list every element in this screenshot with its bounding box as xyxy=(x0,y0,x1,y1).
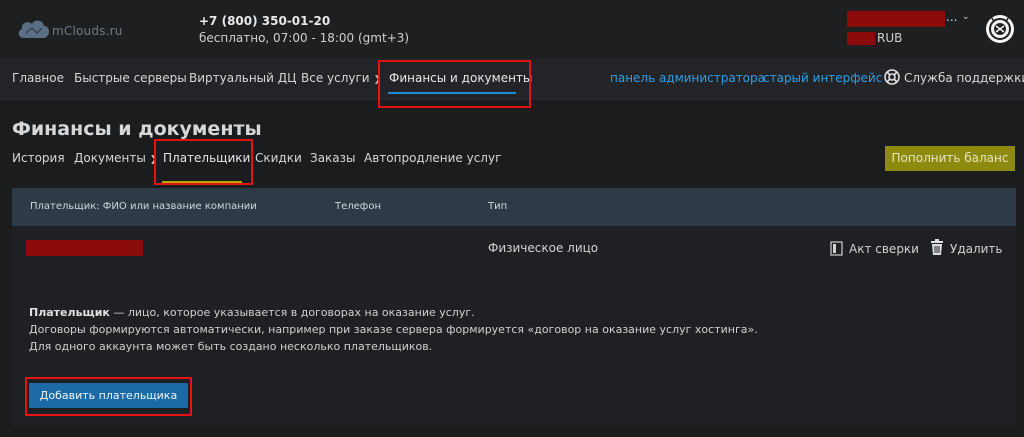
document-icon xyxy=(830,241,843,256)
admin-panel-link[interactable]: панель администратора xyxy=(610,71,765,85)
topup-balance-button[interactable]: Пополнить баланс xyxy=(885,146,1015,171)
tab-discounts[interactable]: Скидки xyxy=(255,151,302,165)
info-term: Плательщик xyxy=(29,306,110,319)
support-label: Служба поддержки xyxy=(904,71,1024,85)
support-phone: +7 (800) 350-01-20 xyxy=(199,14,331,28)
tab-documents-label: Документы xyxy=(74,151,146,165)
nav-item-home[interactable]: Главное xyxy=(12,71,64,85)
tab-orders[interactable]: Заказы xyxy=(310,151,356,165)
top-bar: mClouds.ru +7 (800) 350-01-20 бесплатно,… xyxy=(0,0,1024,58)
logo[interactable]: mClouds.ru xyxy=(16,16,126,46)
reconciliation-act-label: Акт сверки xyxy=(849,242,919,256)
nav-item-all-services[interactable]: Все услуги ❯ xyxy=(301,71,381,85)
chevron-down-icon: ❯ xyxy=(149,155,158,165)
nav-active-indicator xyxy=(388,92,516,94)
tab-history[interactable]: История xyxy=(12,151,65,165)
reconciliation-act-button[interactable]: Акт сверки xyxy=(830,241,919,256)
info-line-1: Плательщик — лицо, которое указывается в… xyxy=(29,304,758,321)
main-nav: Главное Быстрые серверы Виртуальный ДЦ В… xyxy=(0,58,1024,100)
payers-table-body: Физическое лицо Акт сверки Удалить Плате… xyxy=(12,226,1016,426)
nav-item-finance[interactable]: Финансы и документы xyxy=(389,71,532,85)
info-line-1-rest: — лицо, которое указывается в договорах … xyxy=(109,306,475,319)
tab-autorenew[interactable]: Автопродление услуг xyxy=(364,151,501,165)
avatar[interactable] xyxy=(985,14,1015,44)
cloud-logo-icon xyxy=(18,20,50,38)
page-title: Финансы и документы xyxy=(12,118,262,140)
account-name-redacted[interactable] xyxy=(847,11,945,27)
chevron-down-icon: ❯ xyxy=(373,75,382,85)
account-name-ellipsis: ... xyxy=(946,10,958,24)
payer-name-redacted xyxy=(26,240,143,256)
tab-payers[interactable]: Плательщики xyxy=(163,151,250,165)
info-line-2: Договоры формируются автоматически, напр… xyxy=(29,323,758,336)
payer-type: Физическое лицо xyxy=(488,241,599,255)
nav-item-fast-servers[interactable]: Быстрые серверы xyxy=(74,71,187,85)
logo-text: mClouds.ru xyxy=(52,24,123,38)
tab-active-indicator xyxy=(162,181,242,183)
avatar-icon xyxy=(986,15,1014,43)
trash-icon xyxy=(931,239,943,255)
add-payer-button[interactable]: Добавить плательщика xyxy=(29,383,188,408)
nav-item-all-services-label: Все услуги xyxy=(301,71,370,85)
balance-currency: RUB xyxy=(877,31,903,45)
old-interface-link[interactable]: старый интерфейс xyxy=(763,71,882,85)
payers-table-header: Плательщик: ФИО или название компании Те… xyxy=(12,188,1016,226)
tab-documents[interactable]: Документы ❯ xyxy=(74,151,157,165)
column-header-type: Тип xyxy=(488,201,508,212)
chevron-down-icon[interactable]: ⌄ xyxy=(962,12,970,22)
nav-item-virtual-dc[interactable]: Виртуальный ДЦ xyxy=(189,71,296,85)
column-header-payer: Плательщик: ФИО или название компании xyxy=(30,201,257,212)
lifebuoy-icon xyxy=(884,69,900,85)
delete-label: Удалить xyxy=(950,242,1003,256)
column-header-phone: Телефон xyxy=(335,201,382,212)
support-hours: бесплатно, 07:00 - 18:00 (gmt+3) xyxy=(199,31,410,45)
delete-payer-button[interactable]: Удалить xyxy=(930,239,1003,256)
payer-info-text: Плательщик — лицо, которое указывается в… xyxy=(29,304,758,355)
balance-redacted xyxy=(847,32,875,45)
support-link[interactable]: Служба поддержки xyxy=(884,69,1024,85)
info-line-3: Для одного аккаунта может быть создано н… xyxy=(29,340,433,353)
